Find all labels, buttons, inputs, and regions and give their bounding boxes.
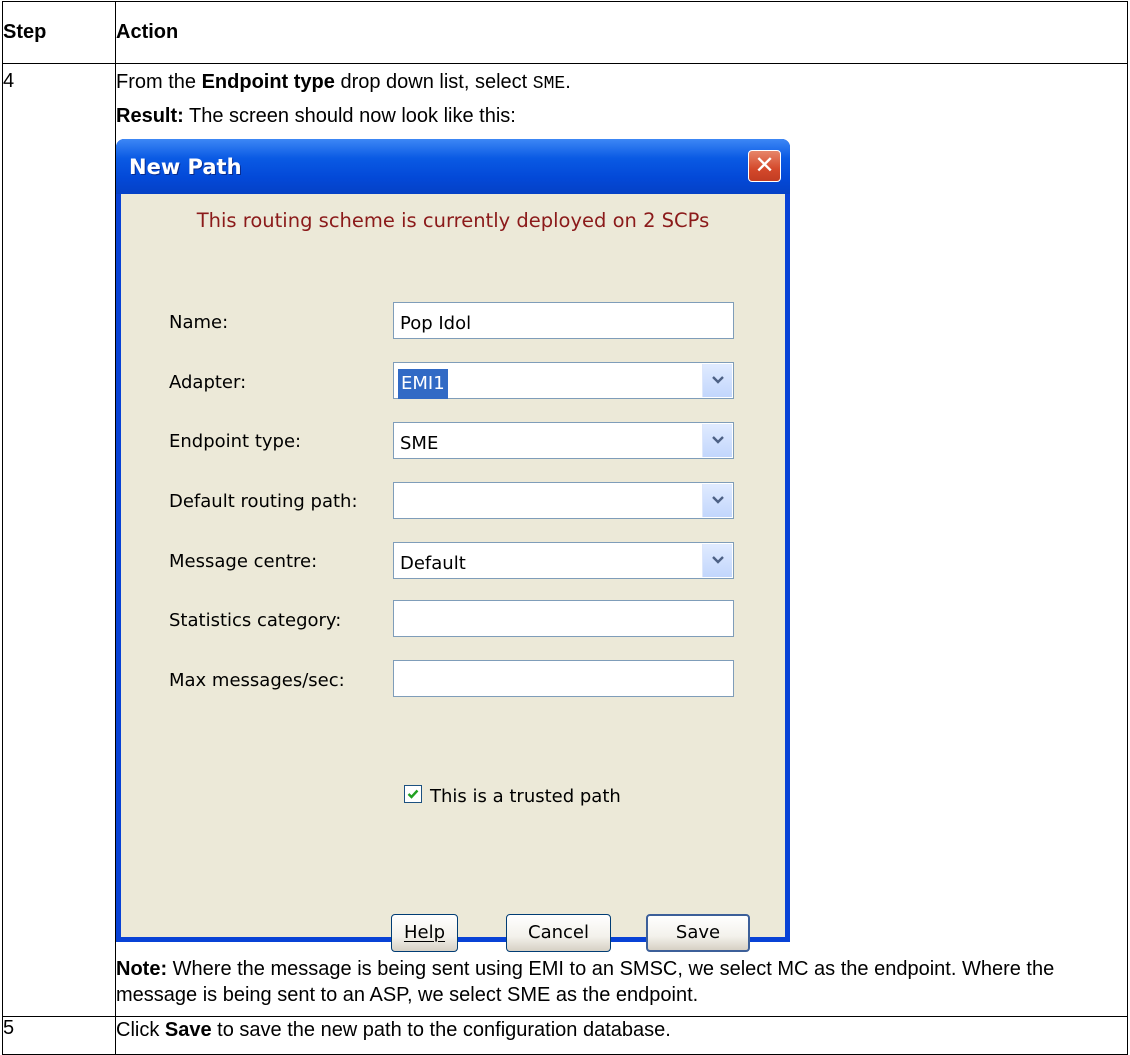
default-routing-path-select[interactable] [393, 482, 734, 519]
dialog-title: New Path [129, 155, 242, 179]
text-run: Click [116, 1019, 165, 1041]
text-run: Where the message is being sent using EM… [116, 958, 1055, 1006]
close-icon[interactable]: ✕ [748, 150, 781, 182]
adapter-value: EMI1 [398, 369, 448, 399]
table-row: 5 Click Save to save the new path to the… [2, 1016, 1128, 1055]
text-run: From the [116, 71, 202, 93]
dialog-titlebar[interactable]: New Path ✕ [116, 139, 790, 194]
endpoint-type-value: SME [400, 433, 439, 454]
text-run-bold: Save [164, 1019, 212, 1041]
save-button-label: Save [675, 922, 721, 943]
adapter-label: Adapter: [169, 372, 247, 393]
text-run-bold: Endpoint type [201, 71, 335, 93]
action-cell: From the Endpoint type drop down list, s… [115, 63, 1128, 1017]
text-run: . [565, 71, 571, 93]
message-centre-label: Message centre: [169, 551, 318, 572]
name-field[interactable]: Pop Idol [393, 302, 734, 339]
header-step: Step [2, 1, 116, 64]
chevron-down-icon[interactable] [702, 364, 732, 397]
adapter-select[interactable]: EMI1 [393, 362, 734, 399]
code-text: SME [532, 74, 566, 94]
chevron-down-icon[interactable] [702, 544, 732, 577]
cancel-button[interactable]: Cancel [506, 914, 611, 952]
header-action: Action [115, 1, 1128, 64]
chevron-down-icon[interactable] [702, 484, 732, 517]
default-routing-path-label: Default routing path: [169, 491, 358, 512]
save-button[interactable]: Save [646, 914, 750, 952]
procedure-table: Step Action 4 From the Endpoint type dro… [2, 1, 1128, 1055]
result-text: Result: The screen should now look like … [116, 97, 1127, 129]
message-centre-select[interactable]: Default [393, 542, 734, 579]
name-label: Name: [169, 312, 229, 333]
text-run: drop down list, select [334, 71, 533, 93]
header-row: Step Action [2, 1, 1128, 64]
name-value: Pop Idol [400, 313, 472, 334]
endpoint-type-label: Endpoint type: [169, 431, 302, 452]
statistics-category-field[interactable] [393, 600, 734, 637]
statistics-category-label: Statistics category: [169, 610, 342, 631]
trusted-path-label: This is a trusted path [430, 786, 621, 807]
step-number: 4 [3, 70, 15, 92]
table-row: 4 From the Endpoint type drop down list,… [2, 63, 1128, 1017]
max-messages-field[interactable] [393, 660, 734, 697]
help-button[interactable]: Help [391, 914, 458, 952]
max-messages-label: Max messages/sec: [169, 670, 345, 691]
message-centre-value: Default [400, 553, 466, 574]
new-path-dialog: New Path ✕ This routing scheme is curren… [116, 139, 790, 952]
step-cell: 5 [2, 1016, 116, 1055]
text-run: to save the new path to the configuratio… [211, 1019, 671, 1041]
step-cell: 4 [2, 63, 116, 1017]
endpoint-type-select[interactable]: SME [393, 422, 734, 459]
note-label: Note: [116, 958, 168, 980]
note-text: Note: Where the message is being sent us… [116, 942, 1127, 1008]
step-number: 5 [3, 1017, 15, 1039]
checkmark-icon [407, 789, 419, 799]
help-button-label: Help [403, 922, 446, 943]
text-run: The screen should now look like this: [183, 105, 516, 127]
cancel-button-label: Cancel [528, 922, 589, 943]
instruction-text: From the Endpoint type drop down list, s… [116, 64, 1127, 97]
deployment-message: This routing scheme is currently deploye… [196, 209, 710, 232]
result-label: Result: [116, 105, 184, 127]
chevron-down-icon[interactable] [702, 424, 732, 457]
dialog-body: This routing scheme is currently deploye… [121, 194, 785, 952]
action-cell: Click Save to save the new path to the c… [115, 1016, 1128, 1055]
trusted-path-checkbox[interactable] [404, 785, 422, 803]
